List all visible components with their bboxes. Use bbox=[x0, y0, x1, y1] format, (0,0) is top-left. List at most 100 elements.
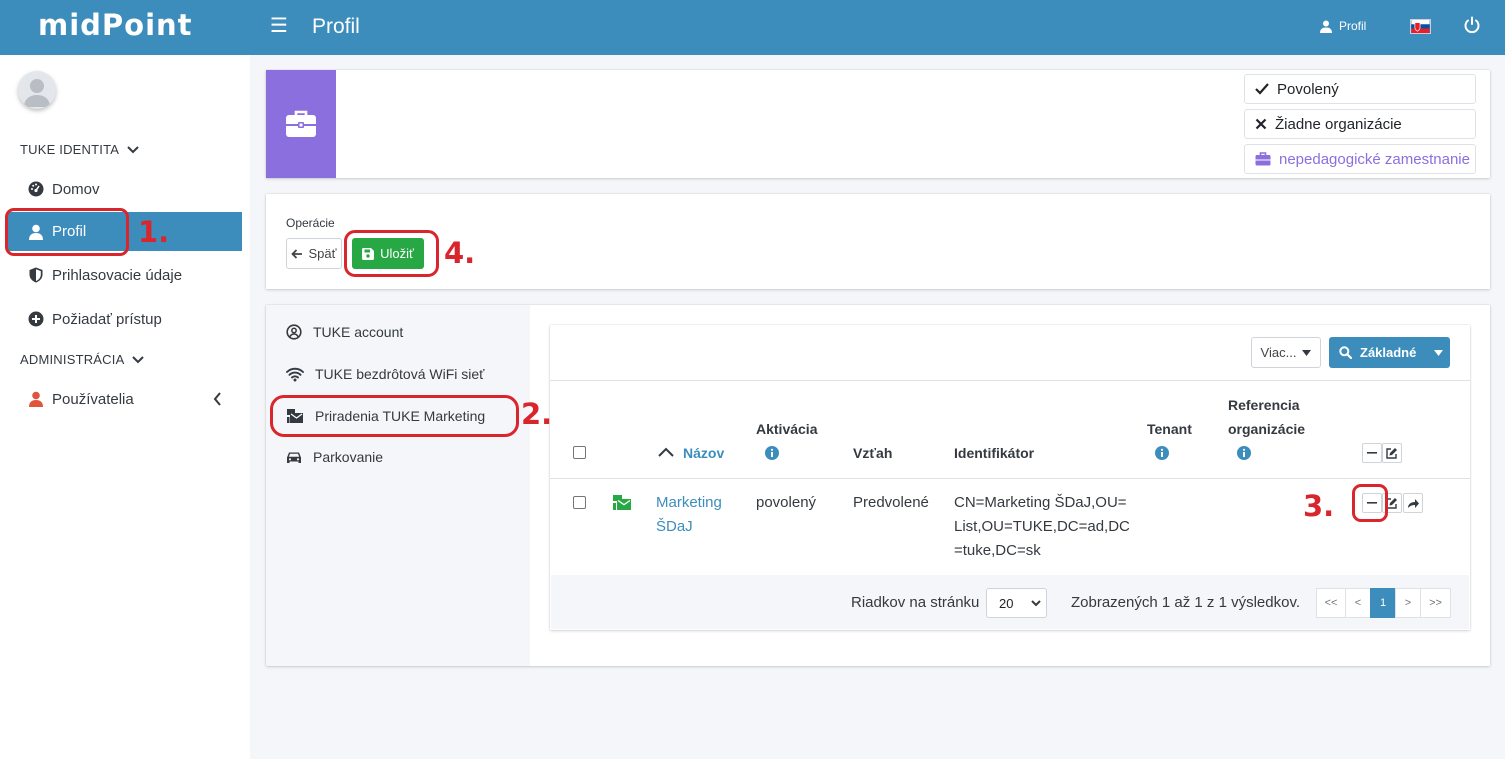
hamburger-menu-icon[interactable]: ☰ bbox=[270, 14, 288, 38]
language-flag-icon[interactable] bbox=[1410, 19, 1431, 34]
results-summary: Zobrazených 1 až 1 z 1 výsledkov. bbox=[1071, 594, 1300, 611]
annotation-highlight-2 bbox=[270, 395, 519, 437]
page-next-button[interactable]: > bbox=[1395, 588, 1421, 618]
row-name-link[interactable]: Marketing ŠDaJ bbox=[656, 491, 722, 539]
column-header-relation[interactable]: Vzťah bbox=[853, 445, 892, 461]
tab-tuke-account[interactable]: TUKE account bbox=[286, 324, 403, 340]
briefcase-icon bbox=[286, 110, 316, 137]
page-current-button[interactable]: 1 bbox=[1370, 588, 1396, 618]
sidebar-item-label: Prihlasovacie údaje bbox=[52, 266, 183, 284]
user-silhouette-icon bbox=[24, 79, 50, 107]
car-icon bbox=[287, 452, 301, 463]
power-logout-icon[interactable] bbox=[1463, 16, 1481, 34]
chevron-down-icon bbox=[132, 355, 145, 363]
tab-label: TUKE account bbox=[313, 324, 404, 340]
status-tag-no-orgs: Žiadne organizácie bbox=[1244, 109, 1476, 139]
sidebar-item-label: Domov bbox=[52, 180, 100, 198]
column-header-activation[interactable]: Aktivácia bbox=[756, 421, 817, 437]
page-size-select[interactable]: 20 bbox=[986, 588, 1047, 618]
user-circle-icon bbox=[286, 324, 302, 340]
sidebar-item-poziadat-pristup[interactable]: Požiadať prístup bbox=[8, 300, 242, 338]
back-button-label: Späť bbox=[308, 246, 337, 261]
status-tag-archetype: nepedagogické zamestnanie bbox=[1244, 144, 1476, 174]
tab-label: TUKE bezdrôtová WiFi sieť bbox=[315, 366, 485, 382]
info-icon[interactable] bbox=[1155, 446, 1169, 460]
page-title: Profil bbox=[312, 15, 360, 38]
sidebar-item-label: Používatelia bbox=[52, 390, 134, 408]
search-basic-button[interactable]: Základné bbox=[1329, 337, 1450, 368]
edit-icon bbox=[1386, 448, 1397, 459]
midpoint-logo[interactable]: midPoint bbox=[38, 8, 193, 42]
summary-icon-box bbox=[266, 70, 336, 178]
chevron-down-icon bbox=[127, 145, 139, 153]
identifier-line: =tuke,DC=sk bbox=[954, 542, 1041, 559]
tab-tuke-wifi[interactable]: TUKE bezdrôtová WiFi sieť bbox=[286, 366, 484, 382]
annotation-number-1: 1. bbox=[138, 215, 170, 249]
info-icon[interactable] bbox=[765, 446, 779, 460]
tab-menu bbox=[266, 305, 530, 666]
sidebar-section-tuke-identita[interactable]: TUKE IDENTITA bbox=[20, 142, 139, 157]
search-button-label: Základné bbox=[1360, 345, 1417, 360]
annotation-number-4: 4. bbox=[444, 236, 476, 270]
operations-title: Operácie bbox=[286, 216, 335, 230]
row-name-line1: Marketing bbox=[656, 494, 722, 511]
sort-asc-chevron-icon[interactable] bbox=[658, 447, 674, 457]
rows-per-page-label: Riadkov na stránku bbox=[851, 594, 980, 611]
annotation-number-2: 2. bbox=[521, 397, 553, 431]
identifier-line: CN=Marketing ŠDaJ,OU= bbox=[954, 494, 1127, 511]
chevron-down-icon bbox=[1031, 599, 1042, 606]
divider bbox=[550, 380, 1470, 381]
page-last-button[interactable]: >> bbox=[1420, 588, 1451, 618]
annotation-highlight-1 bbox=[5, 208, 129, 256]
top-navbar bbox=[0, 0, 1505, 55]
row-name-line2: ŠDaJ bbox=[656, 518, 693, 535]
status-tag-enabled: Povolený bbox=[1244, 74, 1476, 104]
search-icon bbox=[1339, 346, 1352, 359]
divider bbox=[550, 478, 1470, 479]
row-identifier: CN=Marketing ŠDaJ,OU= List,OU=TUKE,DC=ad… bbox=[954, 491, 1130, 563]
sidebar-section-administracia[interactable]: ADMINISTRÁCIA bbox=[20, 352, 145, 367]
minus-icon bbox=[1367, 452, 1377, 454]
unassign-all-button[interactable] bbox=[1362, 443, 1382, 463]
column-header-orgref-line2[interactable]: organizácie bbox=[1228, 421, 1305, 437]
times-icon bbox=[1255, 118, 1267, 130]
sidebar-item-pouzivatelia[interactable]: Používatelia bbox=[8, 380, 242, 418]
avatar bbox=[18, 71, 56, 109]
annotation-number-3: 3. bbox=[1303, 489, 1335, 523]
tag-label: Povolený bbox=[1277, 80, 1339, 98]
column-header-name[interactable]: Názov bbox=[683, 445, 724, 461]
mail-bulk-icon bbox=[613, 495, 631, 510]
chevron-left-icon[interactable] bbox=[213, 392, 222, 406]
page-prev-button[interactable]: < bbox=[1345, 588, 1371, 618]
edit-all-button[interactable] bbox=[1382, 443, 1402, 463]
top-user-label: Profil bbox=[1339, 19, 1367, 33]
select-all-checkbox[interactable] bbox=[573, 446, 586, 459]
row-activation: povolený bbox=[756, 494, 817, 511]
user-icon bbox=[29, 391, 43, 407]
sidebar-item-label: Požiadať prístup bbox=[52, 310, 162, 328]
annotation-highlight-4 bbox=[344, 230, 439, 277]
back-button[interactable]: Späť bbox=[286, 238, 342, 269]
caret-down-icon[interactable] bbox=[1434, 349, 1444, 356]
column-header-identifier[interactable]: Identifikátor bbox=[954, 445, 1034, 461]
column-header-orgref-line1[interactable]: Referencia bbox=[1228, 397, 1300, 413]
more-dropdown-button[interactable]: Viac... bbox=[1251, 337, 1321, 368]
column-header-tenant[interactable]: Tenant bbox=[1147, 421, 1192, 437]
tag-label: nepedagogické zamestnanie bbox=[1279, 150, 1470, 168]
row-checkbox[interactable] bbox=[573, 496, 586, 509]
tab-parkovanie[interactable]: Parkovanie bbox=[286, 449, 383, 465]
section-label: TUKE IDENTITA bbox=[20, 142, 120, 157]
pagination: << < 1 > >> bbox=[1316, 588, 1451, 618]
dashboard-icon bbox=[28, 181, 44, 197]
identifier-line: List,OU=TUKE,DC=ad,DC bbox=[954, 518, 1130, 535]
top-user-menu[interactable]: Profil bbox=[1320, 19, 1366, 33]
briefcase-icon bbox=[1255, 152, 1271, 166]
user-icon bbox=[1320, 20, 1332, 33]
sidebar-item-prihlasovacie-udaje[interactable]: Prihlasovacie údaje bbox=[8, 256, 242, 294]
navigate-row-button[interactable] bbox=[1403, 493, 1423, 513]
page-first-button[interactable]: << bbox=[1316, 588, 1346, 618]
tab-label: Parkovanie bbox=[313, 449, 384, 465]
sidebar-item-domov[interactable]: Domov bbox=[8, 170, 242, 208]
tag-label: Žiadne organizácie bbox=[1275, 115, 1402, 133]
info-icon[interactable] bbox=[1237, 446, 1251, 460]
